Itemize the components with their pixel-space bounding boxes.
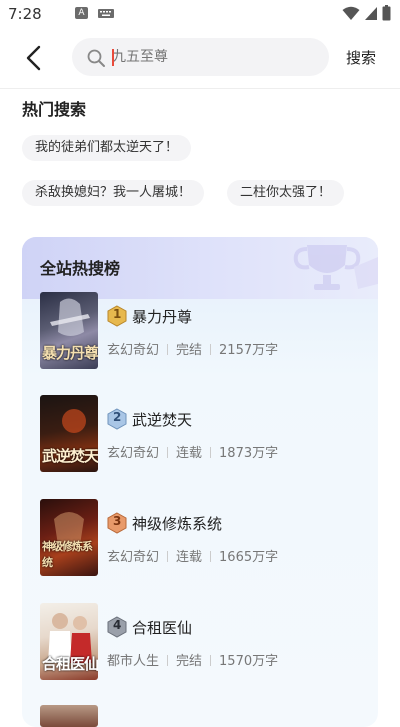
search-box[interactable] [72,38,329,76]
text-cursor [112,49,114,66]
battery-icon [382,5,391,21]
rank-number: 2 [113,410,122,424]
book-status: 完结 [176,654,203,669]
rank-number: 3 [113,514,122,528]
book-item[interactable]: 武逆焚天 2 武逆焚天 玄幻奇幻 连载 1873万字 [40,395,360,473]
signal-icon [365,6,377,20]
book-item[interactable]: 暴力丹尊 1 暴力丹尊 玄幻奇幻 完结 2157万字 [40,292,360,370]
hot-ranking-card: 全站热搜榜 暴力丹尊 1 暴力丹尊 玄幻奇幻 完结 2157万字 武逆焚天 2 … [22,237,378,727]
book-status: 完结 [176,343,203,358]
book-meta: 玄幻奇幻 连载 1873万字 [107,442,278,461]
book-item[interactable]: 合租医仙 4 合租医仙 都市人生 完结 1570万字 [40,603,360,681]
book-item[interactable]: 神级修炼系统 3 神级修炼系统 玄幻奇幻 连载 1665万字 [40,499,360,577]
cover-title: 神级修炼系统 [42,540,93,569]
book-meta: 玄幻奇幻 完结 2157万字 [107,339,278,358]
wifi-icon [342,6,360,20]
cover-title: 合租医仙 [42,655,98,673]
status-bar: 7:28 A [0,0,400,28]
book-genre: 玄幻奇幻 [107,550,160,565]
hot-search-chip[interactable]: 杀敌换媳妇？我一人屠城！ [22,180,205,206]
cover-title: 武逆焚天 [42,447,98,465]
book-genre: 玄幻奇幻 [107,446,160,461]
book-title: 合租医仙 [132,619,193,637]
rank-number: 4 [113,618,122,632]
rank-number: 1 [113,307,122,321]
book-cover: 武逆焚天 [40,395,98,472]
book-status: 连载 [176,446,203,461]
book-word-count: 1873万字 [219,446,279,461]
status-time: 7:28 [8,5,42,23]
book-word-count: 1665万字 [219,550,279,565]
book-status: 连载 [176,550,203,565]
hot-search-chip[interactable]: 二柱你太强了！ [227,180,345,206]
book-word-count: 2157万字 [219,343,279,358]
book-genre: 都市人生 [107,654,160,669]
book-title: 暴力丹尊 [132,308,193,326]
keyboard-icon [98,9,114,18]
search-input[interactable] [112,38,312,76]
cover-title: 暴力丹尊 [42,344,98,362]
hot-search-title: 热门搜索 [22,100,87,119]
book-meta: 都市人生 完结 1570万字 [107,650,278,669]
book-cover: 神级修炼系统 [40,499,98,576]
book-genre: 玄幻奇幻 [107,343,160,358]
notification-icon: A [75,7,88,19]
book-meta: 玄幻奇幻 连载 1665万字 [107,546,278,565]
ranking-title: 全站热搜榜 [40,259,121,278]
search-header: 搜索 [0,28,400,89]
book-cover: 合租医仙 [40,603,98,680]
trophy-icon [293,245,378,290]
search-icon [87,49,105,67]
back-arrow-icon[interactable] [20,42,48,74]
book-word-count: 1570万字 [219,654,279,669]
hot-search-chip[interactable]: 我的徒弟们都太逆天了！ [22,135,192,161]
book-title: 神级修炼系统 [132,515,223,533]
book-cover[interactable] [40,705,98,727]
book-title: 武逆焚天 [132,411,193,429]
book-cover: 暴力丹尊 [40,292,98,369]
search-button[interactable]: 搜索 [346,47,376,68]
